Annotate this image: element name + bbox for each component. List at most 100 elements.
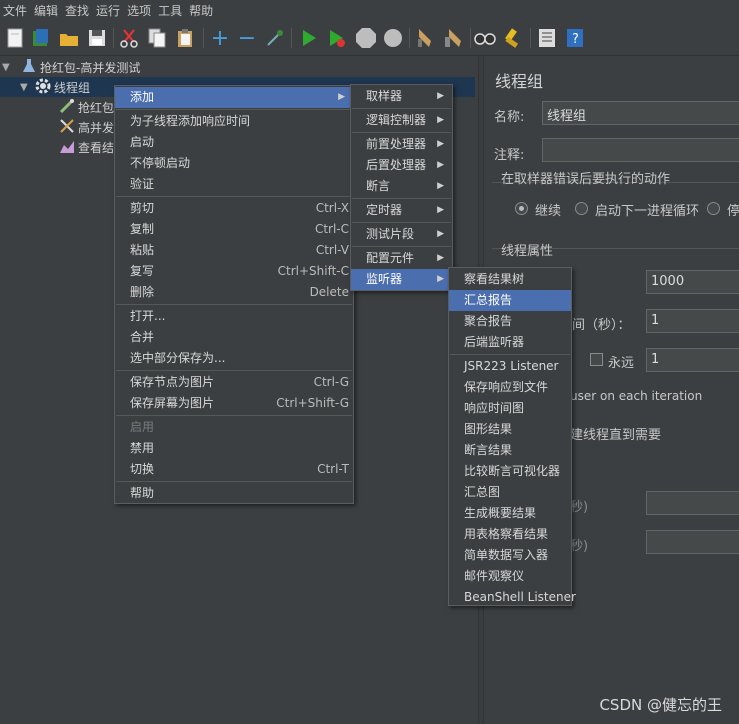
same-user-label: user on each iteration: [570, 389, 703, 403]
rampup-label: 间（秒）：: [572, 318, 631, 333]
start-icon[interactable]: [298, 26, 320, 50]
submenu-test-fragment[interactable]: 测试片段 ▶: [351, 224, 452, 245]
new-icon[interactable]: [4, 26, 26, 50]
chevron-down-icon[interactable]: ▼: [20, 82, 34, 93]
menu-item-add[interactable]: 添加 ▶: [115, 87, 353, 108]
toggle-icon[interactable]: [264, 26, 286, 50]
menu-item-enable: 启用: [130, 420, 155, 434]
submenu-logic-controller[interactable]: 逻辑控制器 ▶: [351, 110, 452, 131]
startup-delay-field[interactable]: [646, 530, 739, 554]
menu-item-add-response-time[interactable]: 为子线程添加响应时间: [115, 111, 353, 132]
radio-continue[interactable]: [515, 202, 528, 215]
chevron-right-icon: ▶: [437, 91, 444, 101]
menu-item-paste[interactable]: 粘贴 Ctrl-V: [115, 240, 353, 261]
menu-item-start-no-pause[interactable]: 不停顿启动: [115, 153, 353, 174]
menu-options[interactable]: 选项: [124, 0, 154, 20]
listener-simple-data-writer[interactable]: 简单数据写入器: [449, 545, 571, 566]
name-field[interactable]: 线程组: [542, 101, 739, 125]
listener-backend-listener[interactable]: 后端监听器: [449, 332, 571, 353]
submenu-pre-processor[interactable]: 前置处理器 ▶: [351, 134, 452, 155]
collapse-icon[interactable]: −: [236, 26, 258, 51]
radio-stop[interactable]: [707, 202, 720, 215]
expand-icon[interactable]: +: [209, 26, 231, 51]
radio-continue-label: 继续: [535, 204, 562, 219]
menu-item-merge[interactable]: 合并: [115, 327, 353, 348]
menu-search[interactable]: 查找: [62, 0, 92, 20]
paste-icon[interactable]: [174, 26, 196, 50]
chevron-down-icon[interactable]: ▼: [2, 62, 16, 73]
save-icon[interactable]: [86, 26, 108, 50]
menu-run[interactable]: 运行: [93, 0, 123, 20]
radio-next-loop[interactable]: [575, 202, 588, 215]
cut-icon[interactable]: [118, 26, 140, 50]
submenu-listener[interactable]: 监听器 ▶: [351, 269, 452, 290]
listener-generate-summary[interactable]: 生成概要结果: [449, 503, 571, 524]
menu-item-start[interactable]: 启动: [115, 132, 353, 153]
chevron-right-icon: ▶: [437, 274, 444, 284]
listener-mailer-visualizer[interactable]: 邮件观察仪: [449, 566, 571, 587]
listener-aggregate-report[interactable]: 聚合报告: [449, 311, 571, 332]
listener-comparison-visualizer[interactable]: 比较断言可视化器: [449, 461, 571, 482]
gear-icon: [34, 78, 52, 97]
clear-all-icon[interactable]: [442, 26, 464, 50]
shutdown-icon[interactable]: [382, 26, 404, 50]
menu-item-help[interactable]: 帮助: [115, 483, 353, 504]
on-error-label: 在取样器错误后要执行的动作: [501, 172, 671, 187]
menu-file[interactable]: 文件: [0, 0, 30, 20]
menu-item-save-screen-image[interactable]: 保存屏幕为图片 Ctrl+Shift-G: [115, 393, 353, 414]
menu-item-validate[interactable]: 验证: [115, 174, 353, 195]
menu-tools[interactable]: 工具: [155, 0, 185, 20]
menu-item-duplicate[interactable]: 复写 Ctrl+Shift-C: [115, 261, 353, 282]
rampup-field[interactable]: 1: [646, 309, 739, 333]
submenu-post-processor[interactable]: 后置处理器 ▶: [351, 155, 452, 176]
listener-summary-graph[interactable]: 汇总图: [449, 482, 571, 503]
clear-icon[interactable]: [414, 26, 436, 50]
search-icon[interactable]: [474, 26, 496, 50]
duration-field[interactable]: [646, 491, 739, 515]
listener-save-responses[interactable]: 保存响应到文件: [449, 377, 571, 398]
toolbar: + − ?: [0, 20, 739, 56]
menu-edit[interactable]: 编辑: [31, 0, 61, 20]
comment-field[interactable]: [542, 138, 739, 162]
listener-graph-results[interactable]: 图形结果: [449, 419, 571, 440]
listener-response-time-graph[interactable]: 响应时间图: [449, 398, 571, 419]
listener-summary-report[interactable]: 汇总报告: [449, 290, 571, 311]
listener-beanshell[interactable]: BeanShell Listener: [449, 587, 576, 608]
tree-node-root[interactable]: ▼ 抢红包-高并发测试: [0, 57, 475, 77]
submenu-timer[interactable]: 定时器 ▶: [351, 200, 452, 221]
loop-count-field[interactable]: 1: [646, 348, 739, 372]
forever-checkbox[interactable]: [590, 353, 603, 366]
menu-item-cut[interactable]: 剪切 Ctrl-X: [115, 198, 353, 219]
templates-icon[interactable]: [30, 26, 52, 50]
tree-node-config[interactable]: 高并发: [58, 117, 114, 137]
stop-icon[interactable]: [354, 26, 378, 50]
listener-view-results-table[interactable]: 用表格察看结果: [449, 524, 571, 545]
copy-icon[interactable]: [146, 26, 168, 50]
menu-item-save-node-image[interactable]: 保存节点为图片 Ctrl-G: [115, 372, 353, 393]
menu-item-copy[interactable]: 复制 Ctrl-C: [115, 219, 353, 240]
menu-item-toggle[interactable]: 切换 Ctrl-T: [115, 459, 353, 480]
submenu-sampler[interactable]: 取样器 ▶: [351, 86, 452, 107]
menu-item-open[interactable]: 打开...: [115, 306, 353, 327]
tree-node-label: 线程组: [54, 80, 91, 95]
tree-node-listener[interactable]: 查看结: [58, 137, 114, 157]
submenu-assertion[interactable]: 断言 ▶: [351, 176, 452, 197]
start-no-pause-icon[interactable]: [326, 26, 348, 50]
chevron-right-icon: ▶: [437, 253, 444, 263]
add-submenu: 取样器 ▶ 逻辑控制器 ▶ 前置处理器 ▶ 后置处理器 ▶ 断言 ▶ 定时器 ▶ 测试片段 ▶…: [350, 84, 453, 291]
tree-node-sampler[interactable]: 抢红包: [58, 97, 114, 117]
open-icon[interactable]: [58, 26, 80, 50]
listener-jsr223[interactable]: JSR223 Listener: [449, 356, 571, 377]
function-helper-icon[interactable]: [536, 26, 558, 50]
help-icon[interactable]: ?: [564, 26, 586, 50]
listener-assertion-results[interactable]: 断言结果: [449, 440, 571, 461]
menu-item-disable[interactable]: 禁用: [115, 438, 353, 459]
menu-item-save-selection[interactable]: 选中部分保存为...: [115, 348, 353, 369]
submenu-config-element[interactable]: 配置元件 ▶: [351, 248, 452, 269]
threads-field[interactable]: 1000: [646, 270, 739, 294]
svg-text:?: ?: [572, 32, 579, 47]
menu-help[interactable]: 帮助: [186, 0, 216, 20]
reset-search-icon[interactable]: [502, 26, 524, 50]
menu-item-delete[interactable]: 删除 Delete: [115, 282, 353, 303]
listener-view-results-tree[interactable]: 察看结果树: [449, 269, 571, 290]
